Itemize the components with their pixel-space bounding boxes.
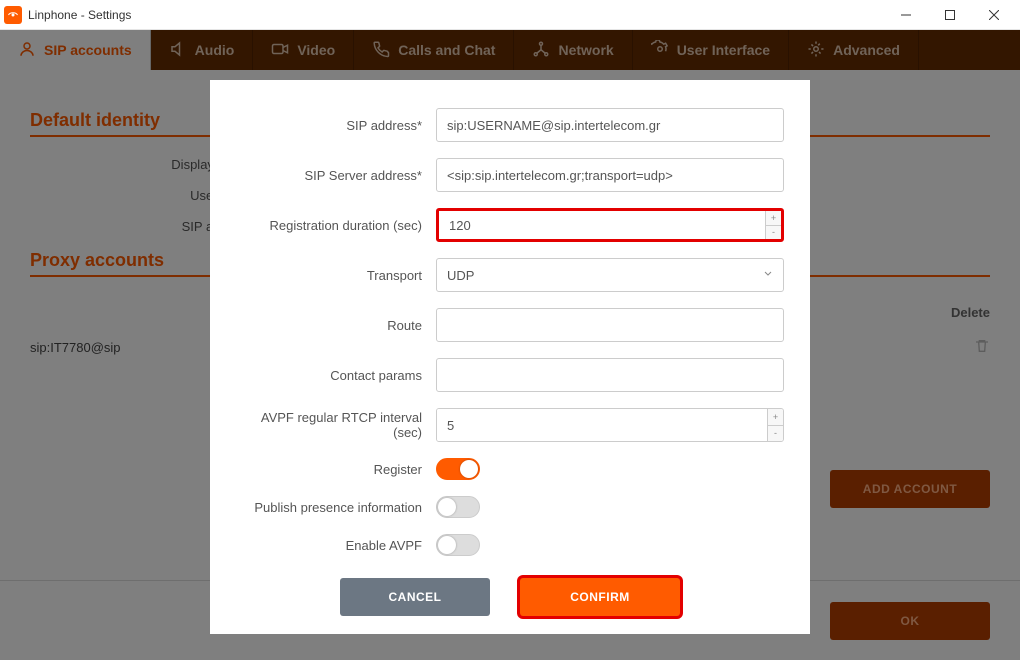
spin-up-button[interactable]: + — [768, 409, 783, 426]
route-label: Route — [236, 318, 436, 333]
cancel-button[interactable]: CANCEL — [340, 578, 490, 616]
modal-footer: CANCEL CONFIRM — [236, 578, 784, 616]
spin-up-button[interactable]: + — [766, 211, 781, 226]
spin-down-button[interactable]: - — [768, 426, 783, 442]
confirm-button[interactable]: CONFIRM — [520, 578, 680, 616]
transport-select[interactable] — [436, 258, 784, 292]
window-title: Linphone - Settings — [28, 8, 131, 22]
sip-server-input[interactable] — [436, 158, 784, 192]
enable-avpf-label: Enable AVPF — [236, 538, 436, 553]
sip-server-label: SIP Server address* — [236, 168, 436, 183]
close-button[interactable] — [972, 1, 1016, 29]
enable-avpf-toggle[interactable] — [436, 534, 480, 556]
sip-address-input[interactable] — [436, 108, 784, 142]
contact-params-input[interactable] — [436, 358, 784, 392]
app-icon — [4, 6, 22, 24]
registration-duration-label: Registration duration (sec) — [236, 218, 436, 233]
avpf-interval-input[interactable] — [437, 409, 767, 441]
sip-address-label: SIP address* — [236, 118, 436, 133]
avpf-interval-label: AVPF regular RTCP interval (sec) — [236, 410, 436, 440]
minimize-button[interactable] — [884, 1, 928, 29]
publish-presence-label: Publish presence information — [236, 500, 436, 515]
maximize-button[interactable] — [928, 1, 972, 29]
contact-params-label: Contact params — [236, 368, 436, 383]
register-label: Register — [236, 462, 436, 477]
spin-down-button[interactable]: - — [766, 226, 781, 240]
avpf-interval-field: + - — [436, 408, 784, 442]
title-bar: Linphone - Settings — [0, 0, 1020, 30]
sip-account-modal: SIP address* SIP Server address* Registr… — [210, 80, 810, 634]
transport-label: Transport — [236, 268, 436, 283]
publish-presence-toggle[interactable] — [436, 496, 480, 518]
route-input[interactable] — [436, 308, 784, 342]
registration-duration-field: + - — [436, 208, 784, 242]
registration-duration-input[interactable] — [439, 211, 765, 239]
register-toggle[interactable] — [436, 458, 480, 480]
